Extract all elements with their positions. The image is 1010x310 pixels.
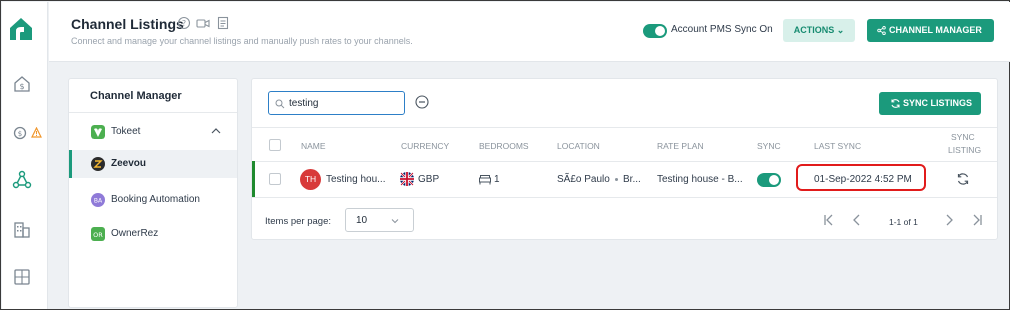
actions-button-label: ACTIONS	[793, 25, 835, 35]
column-header-sync-listing-line2: LISTING	[948, 145, 982, 155]
video-icon[interactable]	[196, 16, 210, 30]
sidebar-item-label: Booking Automation	[111, 194, 200, 205]
next-page-icon[interactable]	[942, 213, 956, 227]
tokeet-logo-icon	[91, 125, 105, 139]
document-icon[interactable]	[216, 16, 230, 30]
location-country-value: Br...	[623, 174, 641, 185]
row-sync-toggle[interactable]	[757, 173, 781, 187]
divider	[252, 197, 997, 198]
sidebar-item-booking-automation[interactable]: BA Booking Automation	[69, 186, 237, 214]
page-title: Channel Listings	[71, 16, 184, 32]
divider	[69, 112, 237, 113]
puzzle-icon[interactable]	[12, 267, 32, 287]
svg-text:$: $	[18, 130, 22, 138]
app-frame: $ $ Channel Listings ? Connect and manag…	[0, 0, 1010, 310]
left-icon-nav: $ $	[2, 2, 48, 309]
avatar: TH	[300, 169, 321, 190]
svg-text:?: ?	[182, 19, 186, 28]
sync-listings-button[interactable]: SYNC LISTINGS	[879, 92, 981, 115]
sidebar-item-label: Tokeet	[111, 126, 141, 137]
share-icon	[877, 26, 886, 35]
warning-icon	[31, 127, 42, 138]
sync-listings-button-label: SYNC LISTINGS	[903, 98, 973, 108]
column-header-rate-plan[interactable]: RATE PLAN	[657, 141, 704, 151]
column-header-bedrooms[interactable]: BEDROOMS	[479, 141, 529, 151]
app-logo-icon[interactable]	[6, 14, 36, 44]
sidebar-item-label: Zeevou	[111, 158, 147, 169]
last-page-icon[interactable]	[970, 213, 984, 227]
items-per-page-value: 10	[356, 215, 368, 226]
channel-manager-panel: Channel Manager Tokeet Zeevou BA Booking…	[68, 78, 238, 308]
column-header-last-sync[interactable]: LAST SYNC	[814, 141, 861, 151]
column-header-sync[interactable]: SYNC	[757, 141, 781, 151]
sidebar-item-tokeet[interactable]: Tokeet	[69, 118, 237, 146]
top-header: Channel Listings ? Connect and manage yo…	[49, 2, 1010, 62]
chevron-down-icon: ⌄	[836, 25, 845, 35]
sidebar-item-ownerrez[interactable]: OR OwnerRez	[69, 220, 237, 248]
uk-flag-icon	[400, 172, 414, 186]
location-value: SÃ£o Paulo	[557, 174, 610, 185]
page-subtitle: Connect and manage your channel listings…	[71, 36, 413, 46]
panel-title: Channel Manager	[90, 90, 182, 102]
rate-plan-value: Testing house - B...	[657, 174, 743, 185]
last-sync-highlight	[796, 164, 926, 191]
currency-value: GBP	[418, 174, 440, 185]
svg-text:BA: BA	[94, 198, 103, 205]
search-input[interactable]: testing	[268, 91, 405, 115]
booking-automation-logo-icon: BA	[91, 193, 105, 207]
rates-settings-icon[interactable]: $	[12, 124, 32, 144]
channel-manager-button-label: CHANNEL MANAGER	[889, 25, 982, 35]
row-status-indicator	[252, 161, 255, 197]
svg-text:$: $	[19, 82, 24, 91]
bedrooms-value: 1	[494, 174, 500, 185]
listing-name[interactable]: Testing hou...	[326, 174, 385, 185]
actions-button[interactable]: ACTIONS ⌄	[783, 19, 855, 42]
chevron-down-icon	[391, 219, 399, 224]
items-per-page-select[interactable]: 10	[345, 208, 414, 232]
pagination-range: 1-1 of 1	[889, 217, 918, 227]
home-dollar-icon[interactable]: $	[12, 74, 32, 94]
clear-filter-icon[interactable]	[415, 95, 429, 109]
ownerrez-logo-icon: OR	[91, 227, 105, 241]
items-per-page-label: Items per page:	[265, 216, 332, 227]
column-header-location[interactable]: LOCATION	[557, 141, 600, 151]
divider	[252, 127, 997, 128]
sidebar-item-zeevou[interactable]: Zeevou	[69, 150, 237, 178]
previous-page-icon[interactable]	[850, 213, 864, 227]
pms-sync-label: Account PMS Sync On	[671, 24, 773, 35]
active-indicator	[69, 150, 72, 178]
select-all-checkbox[interactable]	[269, 139, 281, 151]
zeevou-logo-icon	[91, 157, 105, 171]
channels-share-icon[interactable]	[12, 170, 32, 190]
search-icon	[275, 99, 285, 109]
first-page-icon[interactable]	[822, 213, 836, 227]
bed-icon	[479, 175, 491, 185]
search-value: testing	[289, 98, 319, 109]
pms-sync-toggle[interactable]	[643, 24, 667, 38]
row-checkbox[interactable]	[269, 173, 281, 185]
channel-manager-button[interactable]: CHANNEL MANAGER	[867, 19, 994, 42]
svg-text:OR: OR	[93, 231, 103, 239]
sidebar-item-label: OwnerRez	[111, 228, 159, 239]
separator-dot	[615, 178, 618, 181]
divider	[252, 161, 997, 162]
sync-listing-refresh-icon[interactable]	[956, 172, 970, 186]
column-header-name[interactable]: NAME	[301, 141, 326, 151]
buildings-icon[interactable]	[12, 220, 32, 240]
refresh-icon	[891, 99, 900, 108]
column-header-currency[interactable]: CURRENCY	[401, 141, 449, 151]
help-icon[interactable]: ?	[177, 16, 191, 30]
chevron-up-icon[interactable]	[211, 127, 221, 135]
column-header-sync-listing-line1: SYNC	[951, 132, 975, 142]
listings-panel: testing SYNC LISTINGS NAME CURRENCY BEDR…	[251, 78, 998, 240]
